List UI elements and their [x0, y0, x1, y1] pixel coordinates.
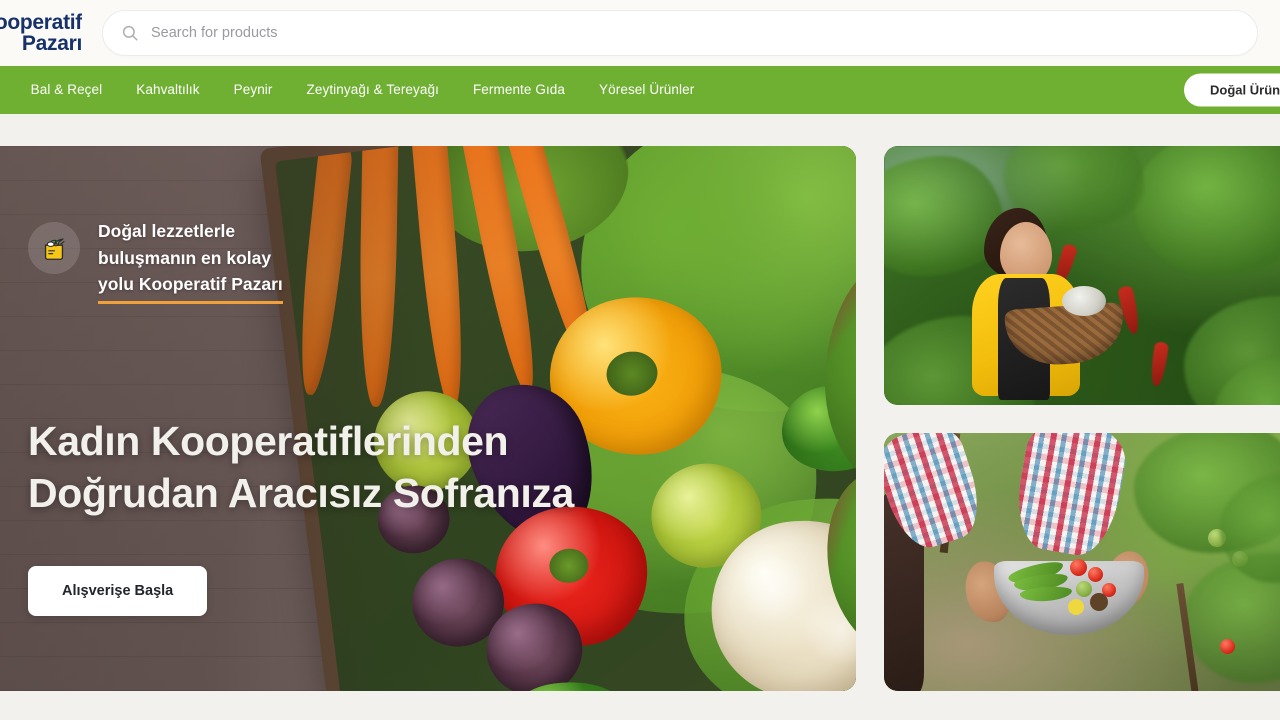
nav-item-yoresel-urunler[interactable]: Yöresel Ürünler [582, 66, 711, 114]
garden-harvest-photo[interactable] [884, 432, 1280, 691]
hero-title-line-2: Doğrudan Aracısız Sofranıza [28, 469, 574, 516]
hero-content: Doğal lezzetlerle buluşmanın en kolay yo… [0, 146, 856, 691]
hero-title-line-1: Kadın Kooperatiflerinden [28, 418, 509, 464]
tagline-line-2: buluşmanın en kolay [98, 247, 272, 268]
logo-line-2: Pazarı [21, 32, 82, 55]
site-header: Kooperatif Pazarı [0, 0, 1280, 66]
tagline-line-1: Doğal lezzetlerle [98, 221, 236, 241]
nav-item-0[interactable]: a [0, 66, 14, 114]
nav-item-list: a Bal & Reçel Kahvaltılık Peynir Zeytiny… [0, 66, 1280, 114]
search-icon [121, 24, 139, 42]
hero-grid: Doğal lezzetlerle buluşmanın en kolay yo… [0, 146, 1280, 691]
greenhouse-harvest-photo[interactable] [884, 146, 1280, 405]
category-navbar: a Bal & Reçel Kahvaltılık Peynir Zeytiny… [0, 66, 1280, 114]
tagline-brand: Kooperatif Pazarı [138, 274, 283, 295]
start-shopping-button[interactable]: Alışverişe Başla [28, 566, 208, 616]
hero-tagline: Doğal lezzetlerle buluşmanın en kolay yo… [98, 218, 283, 304]
main-content: Doğal lezzetlerle buluşmanın en kolay yo… [0, 114, 1280, 720]
site-logo[interactable]: Kooperatif Pazarı [0, 12, 82, 55]
hero-tagline-row: Doğal lezzetlerle buluşmanın en kolay yo… [28, 218, 856, 304]
nav-item-zeytinyagi-tereyagi[interactable]: Zeytinyağı & Tereyağı [290, 66, 456, 114]
hero-title: Kadın Kooperatiflerinden Doğrudan Aracıs… [28, 416, 574, 519]
hero-banner[interactable]: Doğal lezzetlerle buluşmanın en kolay yo… [0, 146, 856, 691]
nav-item-peynir[interactable]: Peynir [217, 66, 290, 114]
search-bar[interactable] [102, 10, 1258, 56]
natural-products-pill[interactable]: Doğal Ürünler [1184, 73, 1280, 107]
grocery-bag-icon [28, 222, 80, 274]
nav-item-kahvaltilik[interactable]: Kahvaltılık [119, 66, 216, 114]
search-input[interactable] [151, 25, 1239, 41]
nav-item-fermente-gida[interactable]: Fermente Gıda [456, 66, 582, 114]
side-card-column [884, 146, 1280, 691]
nav-item-bal-recel[interactable]: Bal & Reçel [14, 66, 120, 114]
logo-line-1: Kooperatif [0, 11, 82, 34]
tagline-line-3-prefix: yolu [98, 274, 139, 295]
tagline-line-3: yolu Kooperatif Pazarı [98, 271, 283, 304]
